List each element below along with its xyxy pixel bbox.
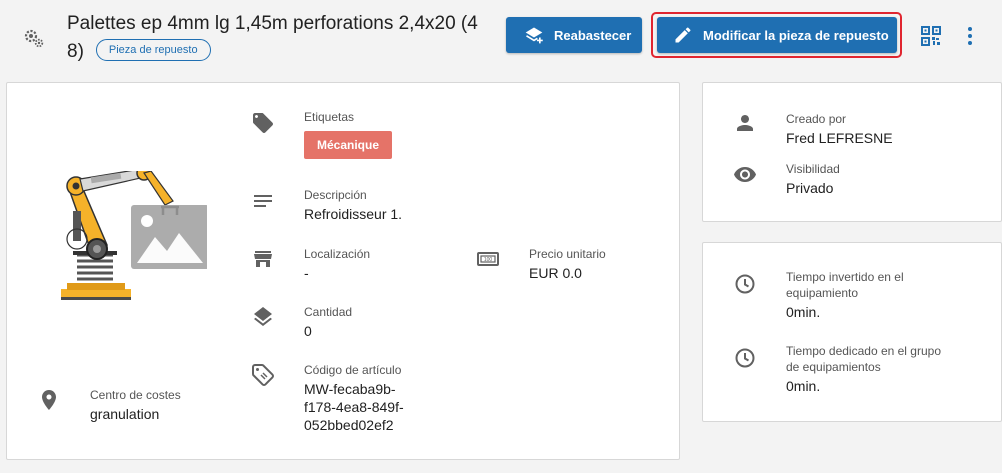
- group-time-field: Tiempo dedicado en el grupo de equipamie…: [786, 343, 941, 395]
- equipment-time-value: 0min.: [786, 304, 821, 320]
- visibility-field: Visibilidad Privado: [786, 161, 840, 197]
- gear-icon: [22, 26, 46, 50]
- visibility-value: Privado: [786, 180, 834, 196]
- location-label: Localización: [304, 247, 371, 261]
- location-pin-icon: [37, 388, 61, 412]
- created-by-field: Creado por Fred LEFRESNE: [786, 111, 893, 147]
- article-code-value-line2: f178-4ea8-849f-: [304, 399, 404, 415]
- svg-text:100: 100: [484, 257, 493, 263]
- tag-chip[interactable]: Mécanique: [304, 131, 393, 159]
- page-title: Palettes ep 4mm lg 1,45m perforations 2,…: [67, 10, 487, 66]
- page-header: Palettes ep 4mm lg 1,45m perforations 2,…: [0, 0, 1002, 74]
- money-icon: 100: [476, 247, 500, 271]
- tags-field: Etiquetas Mécanique: [304, 109, 393, 159]
- quantity-field: Cantidad 0: [304, 304, 352, 340]
- person-icon: [733, 111, 757, 135]
- time-card: Tiempo invertido en el equipamiento 0min…: [702, 242, 1002, 422]
- tags-label: Etiquetas: [304, 110, 355, 124]
- unit-price-value: EUR 0.0: [529, 265, 582, 281]
- cost-center-value: granulation: [90, 406, 160, 422]
- layers-icon: [251, 305, 275, 329]
- more-vert-icon[interactable]: [966, 26, 974, 51]
- clock-icon: [733, 272, 757, 296]
- spare-part-image[interactable]: [47, 165, 209, 311]
- type-badge: Pieza de repuesto: [95, 38, 211, 61]
- store-icon: [251, 247, 275, 271]
- description-value: Refroidisseur 1.: [304, 206, 403, 222]
- article-code-label: Código de artículo: [304, 363, 402, 377]
- equipment-time-field: Tiempo invertido en el equipamiento 0min…: [786, 269, 904, 321]
- quantity-value: 0: [304, 323, 312, 339]
- unit-price-label: Precio unitario: [529, 247, 606, 261]
- edit-label: Modificar la pieza de repuesto: [703, 27, 889, 43]
- eye-icon: [733, 162, 757, 186]
- description-icon: [251, 189, 275, 213]
- clock-icon: [733, 346, 757, 370]
- description-label: Descripción: [304, 188, 367, 202]
- cost-center-field: Centro de costes granulation: [90, 387, 181, 423]
- group-time-label-line2: de equipamientos: [786, 360, 881, 374]
- quantity-label: Cantidad: [304, 305, 353, 319]
- restock-label: Reabastecer: [554, 27, 632, 43]
- pencil-icon: [675, 27, 691, 43]
- description-field: Descripción Refroidisseur 1.: [304, 187, 402, 223]
- created-by-value: Fred LEFRESNE: [786, 130, 893, 146]
- group-time-label-line1: Tiempo dedicado en el grupo: [786, 344, 941, 358]
- article-code-value-line1: MW-fecaba9b-: [304, 381, 396, 397]
- creator-card: Creado por Fred LEFRESNE Visibilidad Pri…: [702, 82, 1002, 222]
- article-code-value-line3: 052bbed02ef2: [304, 417, 394, 433]
- barcode-tag-icon: [251, 363, 275, 387]
- edit-spare-part-button[interactable]: Modificar la pieza de repuesto: [657, 17, 897, 53]
- layers-add-icon: [525, 27, 543, 44]
- qr-code-icon[interactable]: [921, 26, 941, 51]
- location-value: -: [304, 265, 309, 281]
- details-card: Centro de costes granulation Etiquetas M…: [6, 82, 680, 460]
- group-time-value: 0min.: [786, 378, 821, 394]
- article-code-field: Código de artículo MW-fecaba9b- f178-4ea…: [304, 362, 404, 434]
- equipment-time-label-line1: Tiempo invertido en el: [786, 270, 904, 284]
- cost-center-label: Centro de costes: [90, 388, 181, 402]
- location-field: Localización -: [304, 246, 370, 282]
- tag-icon: [251, 111, 275, 135]
- restock-button[interactable]: Reabastecer: [506, 17, 642, 53]
- unit-price-field: Precio unitario EUR 0.0: [529, 246, 606, 282]
- created-by-label: Creado por: [786, 112, 847, 126]
- equipment-time-label-line2: equipamiento: [786, 286, 859, 300]
- visibility-label: Visibilidad: [786, 162, 840, 176]
